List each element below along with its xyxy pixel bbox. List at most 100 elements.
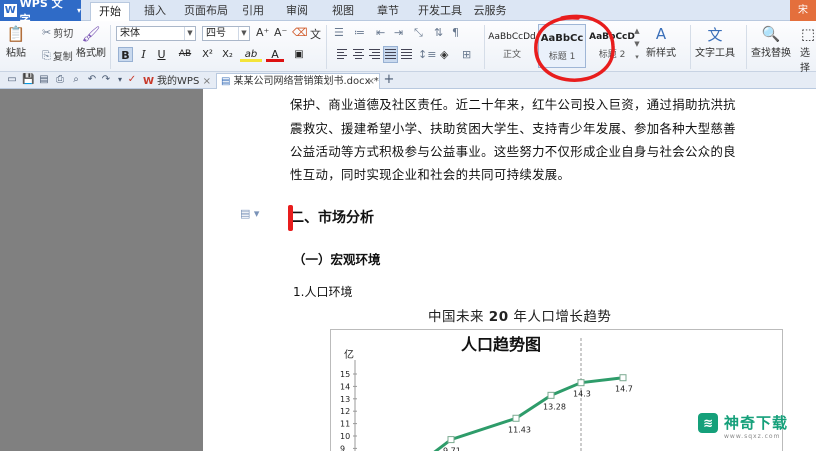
pin-icon[interactable]: ✓: [126, 74, 138, 86]
tab-label: 我的WPS: [157, 76, 200, 87]
phonetic-icon: 文: [310, 28, 321, 41]
border-button[interactable]: ⊞: [462, 48, 471, 61]
shading-icon: ▣: [294, 49, 304, 60]
data-point: [447, 436, 455, 444]
heading-macro-environment: （一）宏观环境: [293, 252, 381, 267]
sort-button[interactable]: ⇅: [434, 26, 443, 39]
align-left-button[interactable]: [336, 47, 349, 62]
undo-icon[interactable]: ↶: [86, 74, 98, 86]
style-heading-2[interactable]: AaBbCcD 标题 2: [588, 24, 636, 68]
font-size-select[interactable]: 四号 ▼: [202, 26, 250, 41]
new-style-icon: A: [655, 25, 667, 43]
select-label: 选择: [800, 48, 810, 74]
chart-caption: 中国未来 20 年人口增长趋势: [428, 305, 611, 325]
copy-label: 复制: [52, 52, 73, 63]
data-point: [577, 379, 585, 387]
pilcrow-icon: ¶: [452, 26, 459, 39]
shading-button[interactable]: ◈: [440, 48, 448, 61]
menu-bar: W WPS 文字 ▾ 开始 插入 页面布局 引用 审阅 视图 章节 开发工具 云…: [0, 0, 816, 26]
tab-cloud[interactable]: 云服务: [470, 2, 510, 21]
cut-button[interactable]: ✂ 剪切: [42, 25, 73, 40]
style-label: 正文: [502, 50, 521, 60]
new-style-button[interactable]: A 新样式: [646, 24, 676, 59]
document-page[interactable]: 保护、商业道德及社区责任。近二十年来，红牛公司投入巨资，通过捐助抗洪抗 震救灾、…: [203, 89, 783, 451]
gallery-scroll[interactable]: ▲ ▼ ▾: [632, 25, 642, 65]
export-pdf-icon[interactable]: ▤: [38, 74, 50, 86]
grow-font-button[interactable]: A⁺: [256, 26, 269, 39]
decrease-indent-button[interactable]: ⇤: [376, 26, 385, 39]
line-spacing-button[interactable]: ↕≡: [418, 48, 436, 61]
tab-chapter[interactable]: 章节: [373, 2, 403, 21]
tab-developer[interactable]: 开发工具: [415, 2, 465, 21]
increase-indent-button[interactable]: ⇥: [394, 26, 403, 39]
chevron-down-icon[interactable]: ▼: [632, 38, 642, 51]
chinese-layout-button[interactable]: ⤡: [414, 26, 423, 40]
char-shading-button[interactable]: ▣: [290, 47, 308, 62]
find-replace-button[interactable]: 🔍 查找替换: [751, 24, 791, 59]
new-doc-icon[interactable]: ▭: [6, 74, 18, 86]
data-point: [547, 391, 555, 399]
save-icon[interactable]: 💾: [22, 74, 34, 86]
bold-button[interactable]: B: [118, 47, 133, 62]
font-color-button[interactable]: A: [266, 47, 284, 62]
style-gallery: AaBbCcDd 正文 AaBbCc 标题 1 AaBbCcD 标题 2: [488, 24, 638, 68]
shrink-font-button[interactable]: A⁻: [274, 26, 287, 39]
tab-references[interactable]: 引用: [238, 2, 268, 21]
superscript-button[interactable]: X²: [199, 47, 216, 62]
account-button[interactable]: 宋: [790, 0, 816, 21]
tab-document[interactable]: ▤ 某某公司网络营销策划书.docx * ×: [216, 73, 380, 89]
distributed-button[interactable]: [400, 47, 413, 62]
print-icon[interactable]: ⎙: [54, 74, 66, 86]
font-name-select[interactable]: 宋体 ▼: [116, 26, 196, 41]
divider: [326, 25, 327, 69]
format-painter-button[interactable]: 🖌 格式刷: [76, 24, 106, 59]
number-list-button[interactable]: ≔: [354, 26, 365, 39]
paragraph-line: 性互动，同时实现企业和社会的共同可持续发展。: [290, 167, 571, 182]
strikethrough-button[interactable]: AB: [174, 47, 196, 62]
expand-icon[interactable]: ▾: [632, 51, 642, 64]
heading-market-analysis: 二、市场分析: [290, 210, 374, 226]
y-axis-label: 亿: [344, 348, 354, 361]
data-label: 11.43: [508, 425, 531, 434]
add-tab-button[interactable]: +: [383, 73, 395, 86]
tab-my-wps[interactable]: W 我的WPS ×: [138, 73, 216, 89]
clear-format-button[interactable]: ⌫: [292, 26, 308, 39]
text-tools-label: 文字工具: [695, 48, 735, 59]
select-button[interactable]: ⬚ 选择: [800, 24, 816, 74]
tab-view[interactable]: 视图: [328, 2, 358, 21]
find-replace-label: 查找替换: [751, 48, 791, 59]
y-tick-label: 12: [340, 407, 350, 416]
paste-button[interactable]: 📋 粘贴: [6, 24, 26, 59]
align-center-button[interactable]: [352, 47, 365, 62]
bullet-list-button[interactable]: ☰: [334, 26, 344, 39]
app-menu-button[interactable]: W WPS 文字 ▾: [0, 0, 81, 26]
tab-home[interactable]: 开始: [90, 2, 130, 21]
subscript-button[interactable]: X₂: [219, 47, 236, 62]
paragraph-handle-icon[interactable]: ▤ ▾: [240, 207, 259, 220]
style-heading-1[interactable]: AaBbCc 标题 1: [538, 24, 586, 68]
style-label: 标题 1: [548, 52, 576, 62]
chevron-up-icon[interactable]: ▲: [632, 25, 642, 38]
close-icon[interactable]: ×: [203, 74, 211, 89]
italic-button[interactable]: I: [136, 47, 151, 62]
caption-text: 年人口增长趋势: [508, 309, 612, 325]
data-label: 9.71: [443, 447, 461, 451]
show-marks-button[interactable]: ¶: [452, 26, 459, 39]
tab-page-layout[interactable]: 页面布局: [180, 2, 232, 21]
copy-button[interactable]: ⎘ 复制: [42, 48, 73, 64]
text-tools-button[interactable]: 文 文字工具: [695, 24, 735, 60]
style-normal[interactable]: AaBbCcDd 正文: [488, 24, 536, 68]
highlight-button[interactable]: ab: [240, 47, 262, 62]
print-preview-icon[interactable]: ⌕: [70, 74, 82, 86]
tab-insert[interactable]: 插入: [138, 2, 172, 21]
underline-button[interactable]: U: [154, 47, 169, 62]
data-label: 13.28: [543, 402, 566, 411]
redo-icon[interactable]: ↷: [100, 74, 112, 86]
justify-button[interactable]: [383, 46, 398, 63]
data-label: 14.7: [615, 385, 633, 394]
close-icon[interactable]: ×: [367, 74, 375, 89]
tab-review[interactable]: 审阅: [282, 2, 312, 21]
align-right-button[interactable]: [368, 47, 381, 62]
chevron-down-icon[interactable]: ▾: [114, 74, 126, 86]
phonetic-button[interactable]: 文: [310, 26, 321, 42]
